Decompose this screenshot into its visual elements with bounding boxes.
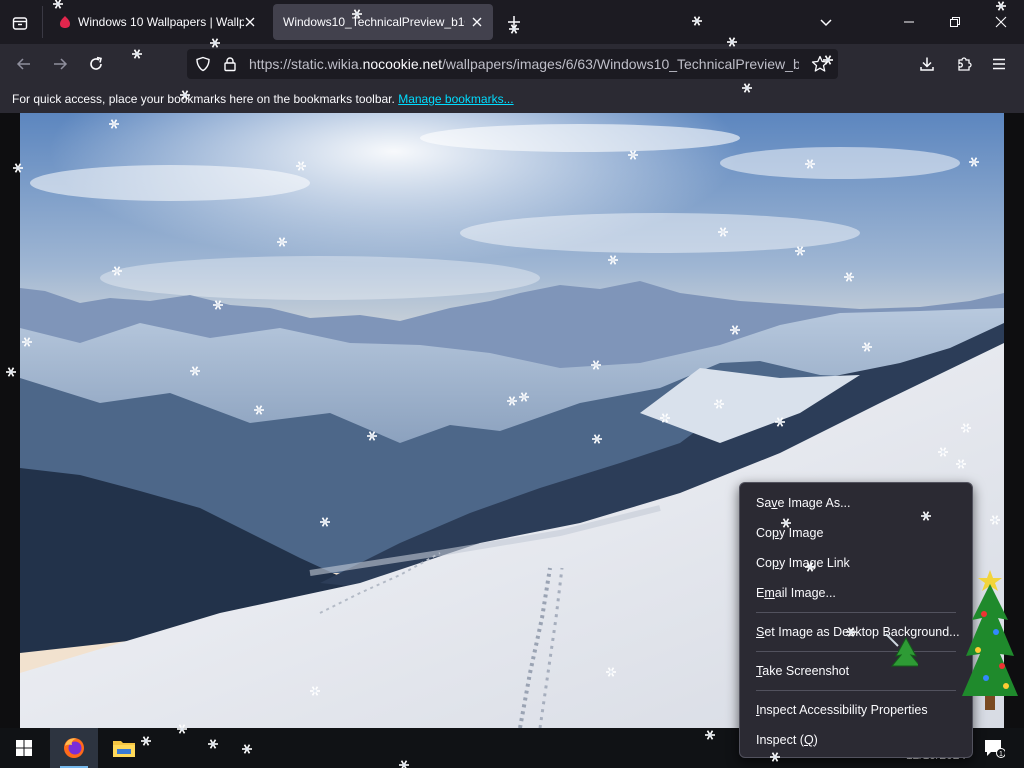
menu-item-label: Set Image as Desktop Background... (756, 625, 960, 639)
menu-separator (756, 651, 956, 652)
tab-separator (42, 6, 43, 38)
menu-copy-image-link[interactable]: Copy Image Link (748, 549, 964, 577)
tab-windows10-technical-preview[interactable]: Windows10_TechnicalPreview_b10074 (273, 4, 493, 40)
puzzle-piece-icon (958, 57, 972, 71)
chevron-down-icon (820, 19, 832, 27)
close-tab-icon[interactable] (242, 14, 258, 30)
firefox-view-icon (12, 17, 28, 30)
christmas-tree-decoration (962, 570, 1018, 710)
restore-icon (950, 17, 960, 27)
menu-save-image-as[interactable]: Save Image As... (748, 489, 964, 517)
arrow-right-icon (54, 58, 68, 70)
minimize-icon (904, 21, 914, 23)
menu-separator (756, 690, 956, 691)
list-all-tabs-button[interactable] (812, 8, 840, 36)
menu-inspect-accessibility[interactable]: Inspect Accessibility Properties (748, 696, 964, 724)
mouse-cursor-icon (885, 633, 918, 667)
arrow-left-icon (16, 58, 30, 70)
file-explorer-icon (113, 741, 135, 757)
menu-item-label: Email Image... (756, 586, 836, 600)
tab-title: Windows10_TechnicalPreview_b10074 (283, 15, 465, 29)
address-bar[interactable]: https://static.wikia.nocookie.net/wallpa… (187, 49, 838, 79)
start-button[interactable] (0, 728, 48, 768)
forward-button[interactable] (46, 50, 74, 78)
navigation-toolbar: https://static.wikia.nocookie.net/wallpa… (0, 44, 1024, 85)
url-host: nocookie.net (362, 56, 442, 72)
plus-icon (508, 16, 520, 28)
downloads-button[interactable] (913, 50, 941, 78)
menu-item-label: Inspect (Q) (756, 733, 818, 747)
url-text[interactable]: https://static.wikia.nocookie.net/wallpa… (249, 56, 799, 74)
bookmarks-toolbar: For quick access, place your bookmarks h… (0, 85, 1024, 113)
menu-take-screenshot[interactable]: Take Screenshot (748, 657, 964, 685)
wikia-favicon-icon (60, 16, 70, 28)
firefox-view-button[interactable] (6, 9, 34, 37)
menu-inspect[interactable]: Inspect (Q) (748, 726, 964, 754)
bookmarks-hint: For quick access, place your bookmarks h… (12, 92, 514, 106)
lock-icon[interactable] (222, 56, 238, 72)
firefox-icon (64, 738, 84, 758)
notification-icon: 1 (985, 740, 1005, 758)
menu-item-label: Copy Image Link (756, 556, 850, 570)
menu-item-label: Take Screenshot (756, 664, 850, 678)
tracking-protection-shield-icon[interactable] (195, 56, 211, 72)
close-tab-icon[interactable] (469, 14, 485, 30)
manage-bookmarks-link[interactable]: Manage bookmarks... (398, 92, 513, 106)
back-button[interactable] (10, 50, 38, 78)
reload-button[interactable] (82, 50, 110, 78)
taskbar-firefox[interactable] (50, 728, 98, 768)
tab-windows-10-wallpapers[interactable]: Windows 10 Wallpapers | Wallpapers (50, 4, 266, 40)
image-context-menu: Save Image As... Copy Image Copy Image L… (739, 482, 973, 758)
menu-item-label: Copy Image (756, 526, 824, 540)
menu-set-desktop-background[interactable]: Set Image as Desktop Background... (748, 618, 964, 646)
minimize-button[interactable] (886, 4, 932, 40)
extensions-button[interactable] (950, 50, 978, 78)
taskbar-file-explorer[interactable] (100, 728, 148, 768)
menu-copy-image[interactable]: Copy Image (748, 519, 964, 547)
close-window-button[interactable] (978, 4, 1024, 40)
windows-start-icon (16, 740, 32, 756)
menu-item-label: Inspect Accessibility Properties (756, 703, 928, 717)
tab-title: Windows 10 Wallpapers | Wallpapers (78, 15, 244, 29)
menu-separator (756, 612, 956, 613)
hamburger-menu-icon (993, 58, 1005, 70)
url-prefix: https://static.wikia. (249, 56, 363, 72)
close-icon (995, 16, 1007, 28)
restore-button[interactable] (932, 4, 978, 40)
action-center-button[interactable]: 1 (970, 728, 1018, 768)
bookmark-star-icon[interactable] (811, 55, 829, 73)
app-menu-button[interactable] (985, 50, 1013, 78)
bookmarks-hint-text: For quick access, place your bookmarks h… (12, 92, 395, 106)
new-tab-button[interactable] (500, 8, 528, 36)
url-path: /wallpapers/images/6/63/Windows10_Techni… (442, 56, 799, 72)
menu-item-label: Save Image As... (756, 496, 851, 510)
menu-email-image[interactable]: Email Image... (748, 579, 964, 607)
reload-icon (90, 56, 102, 70)
tab-strip: Windows 10 Wallpapers | Wallpapers Windo… (0, 0, 1024, 44)
download-icon (920, 57, 934, 71)
notification-count: 1 (999, 751, 1003, 758)
